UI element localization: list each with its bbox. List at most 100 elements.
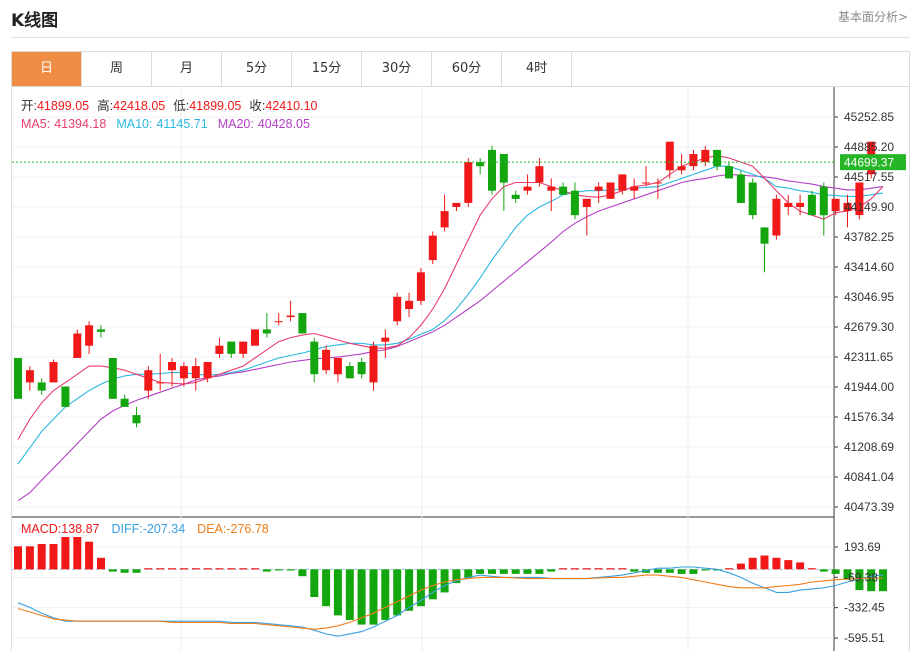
tab-day[interactable]: 日: [12, 52, 82, 86]
macd-bar: [239, 568, 248, 570]
macd-bar: [689, 569, 698, 574]
macd-bar: [132, 569, 141, 573]
macd-bar: [120, 569, 129, 573]
price-tick-label: 43046.95: [844, 290, 894, 304]
candle-body: [653, 182, 662, 184]
macd-bar: [725, 568, 733, 570]
tab-month[interactable]: 月: [152, 52, 222, 86]
price-tick-label: 42679.30: [844, 320, 894, 334]
candle-body: [393, 296, 402, 322]
high-value: 42418.05: [113, 99, 165, 113]
price-tick-label: 41208.69: [844, 440, 894, 454]
chart-container[interactable]: 45252.85 44885.20 44517.55 44149.90 43782.25…: [11, 87, 910, 651]
price-tick-label: 42311.65: [844, 350, 893, 364]
ma20-value: 40428.05: [258, 117, 310, 131]
candle-body: [452, 202, 461, 207]
candle-body: [760, 227, 769, 244]
macd-bar: [286, 569, 295, 571]
candle-body: [108, 358, 117, 399]
candle-body: [85, 325, 94, 346]
price-tick-label: 40473.39: [844, 500, 894, 514]
macd-bar: [156, 568, 165, 570]
candle-body: [559, 186, 568, 195]
candle-body: [179, 366, 188, 379]
macd-bar: [879, 569, 887, 592]
candle-body: [191, 366, 200, 379]
dea-value: -276.78: [226, 522, 268, 536]
candle-body: [523, 186, 532, 191]
candle-body: [582, 198, 591, 207]
candle-body: [796, 202, 805, 207]
macd-bar: [653, 569, 662, 573]
candle-body: [464, 162, 473, 203]
macd-tick-label: 193.69: [844, 540, 881, 554]
info-rows: 开:41899.05 高:42418.05 低:41899.05 收:42410.10…: [21, 98, 318, 536]
macd-bar: [535, 569, 544, 574]
close-value: 42410.10: [265, 99, 317, 113]
tab-5min[interactable]: 5分: [222, 52, 292, 86]
macd-bar: [168, 568, 176, 570]
candle-body: [262, 329, 271, 334]
tab-week[interactable]: 周: [82, 52, 152, 86]
candle-body: [736, 174, 745, 203]
macd-tick-label: -595.51: [844, 631, 885, 645]
macd-bar: [547, 569, 556, 572]
macd-bar: [606, 568, 615, 570]
candle-body: [73, 333, 82, 358]
macd-bar: [61, 537, 70, 570]
candle-body: [570, 190, 579, 216]
price-tick-label: 44149.90: [844, 200, 894, 214]
macd-bar: [144, 568, 153, 570]
macd-bar: [582, 568, 591, 570]
candle-body: [251, 329, 259, 346]
price-tick-label: 41944.00: [844, 380, 894, 394]
tab-60min[interactable]: 60分: [432, 52, 502, 86]
ma5-label: MA5:: [21, 117, 50, 131]
macd-bar: [819, 569, 828, 572]
candle-body: [405, 300, 414, 309]
tab-4hour[interactable]: 4时: [502, 52, 572, 86]
macd-bar: [49, 544, 58, 570]
candles: [14, 141, 887, 428]
macd-panel: [12, 537, 887, 637]
candle-body: [665, 141, 674, 171]
macd-bar: [203, 568, 212, 570]
last-price-label: 44699.37: [844, 156, 894, 170]
grid-lines: [12, 87, 838, 651]
macd-bar: [274, 569, 283, 571]
macd-bar: [322, 569, 331, 607]
diff-label: DIFF:: [112, 522, 143, 536]
macd-bar: [25, 546, 34, 570]
close-label: 收:: [249, 99, 265, 113]
tab-30min[interactable]: 30分: [362, 52, 432, 86]
macd-bar: [807, 568, 816, 570]
ma10-label: MA10:: [116, 117, 152, 131]
macd-bar: [772, 557, 781, 570]
macd-bar: [760, 555, 769, 570]
candle-body: [416, 272, 425, 301]
candle-body: [14, 358, 22, 399]
macd-tick-label: -332.45: [844, 601, 885, 615]
candle-body: [499, 154, 508, 183]
macd-value: 138.87: [61, 522, 99, 536]
kline-chart-svg[interactable]: 45252.85 44885.20 44517.55 44149.90 43782.25…: [12, 87, 909, 651]
candle-body: [630, 186, 639, 191]
fundamental-analysis-link[interactable]: 基本面分析>: [838, 8, 908, 25]
candle-body: [606, 182, 615, 199]
candle-body: [333, 358, 342, 375]
macd-label: MACD:: [21, 522, 61, 536]
tab-15min[interactable]: 15分: [292, 52, 362, 86]
macd-bar: [784, 560, 793, 570]
candle-body: [61, 386, 70, 407]
candle-body: [25, 370, 34, 383]
candle-body: [120, 398, 129, 407]
candle-body: [345, 366, 354, 379]
macd-bar: [440, 569, 449, 593]
candle-body: [511, 194, 520, 199]
macd-bar: [179, 568, 188, 570]
candle-body: [831, 198, 840, 211]
macd-bar: [476, 569, 485, 574]
candle-body: [748, 182, 757, 216]
macd-bar: [701, 569, 710, 571]
candle-body: [428, 235, 437, 261]
